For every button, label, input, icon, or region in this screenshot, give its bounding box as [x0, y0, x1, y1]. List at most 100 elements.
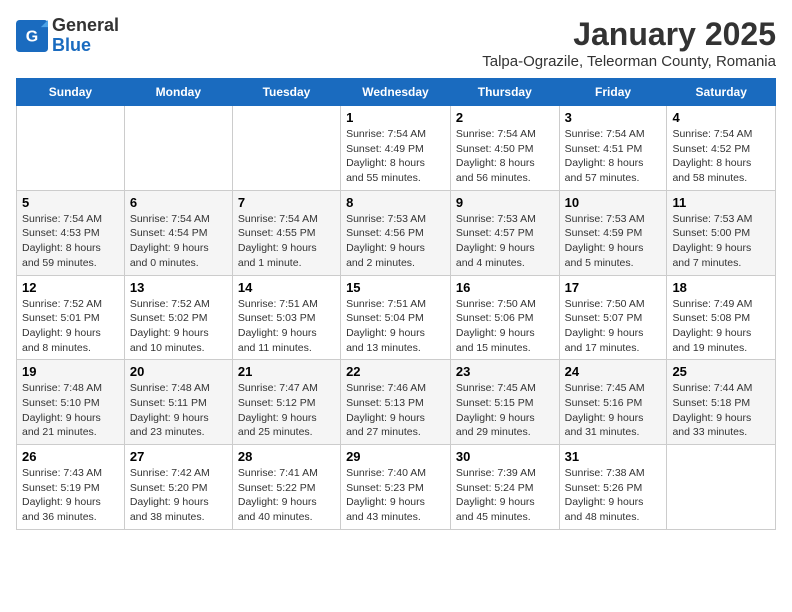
day-info: Sunrise: 7:50 AM Sunset: 5:06 PM Dayligh… — [456, 297, 554, 356]
day-info: Sunrise: 7:42 AM Sunset: 5:20 PM Dayligh… — [130, 466, 227, 525]
calendar-day: 19 Sunrise: 7:48 AM Sunset: 5:10 PM Dayli… — [17, 360, 125, 445]
day-info: Sunrise: 7:52 AM Sunset: 5:01 PM Dayligh… — [22, 297, 119, 356]
day-number: 27 — [130, 449, 227, 464]
calendar-day: 7 Sunrise: 7:54 AM Sunset: 4:55 PM Daylig… — [232, 190, 340, 275]
calendar-week-row: 26 Sunrise: 7:43 AM Sunset: 5:19 PM Dayli… — [17, 445, 776, 530]
day-number: 9 — [456, 195, 554, 210]
calendar-day: 28Sunrise: 7:41 AM Sunset: 5:22 PM Dayli… — [232, 445, 340, 530]
calendar-day: 23 Sunrise: 7:45 AM Sunset: 5:15 PM Dayli… — [450, 360, 559, 445]
day-info: Sunrise: 7:43 AM Sunset: 5:19 PM Dayligh… — [22, 466, 119, 525]
page-header: G General Blue January 2025 Talpa-Ograzi… — [16, 16, 776, 70]
calendar-header: SundayMondayTuesdayWednesdayThursdayFrid… — [17, 79, 776, 106]
day-number: 31 — [565, 449, 662, 464]
day-number: 8 — [346, 195, 445, 210]
logo-general-text: General — [52, 15, 119, 35]
day-number: 2 — [456, 110, 554, 125]
calendar-day: 6 Sunrise: 7:54 AM Sunset: 4:54 PM Daylig… — [124, 190, 232, 275]
day-info: Sunrise: 7:48 AM Sunset: 5:10 PM Dayligh… — [22, 381, 119, 440]
calendar-day — [124, 106, 232, 191]
day-number: 10 — [565, 195, 662, 210]
day-info: Sunrise: 7:54 AM Sunset: 4:52 PM Dayligh… — [672, 127, 770, 186]
calendar-week-row: 12Sunrise: 7:52 AM Sunset: 5:01 PM Dayli… — [17, 275, 776, 360]
day-info: Sunrise: 7:53 AM Sunset: 4:59 PM Dayligh… — [565, 212, 662, 271]
day-info: Sunrise: 7:50 AM Sunset: 5:07 PM Dayligh… — [565, 297, 662, 356]
calendar-day — [232, 106, 340, 191]
day-header-monday: Monday — [124, 79, 232, 106]
day-number: 16 — [456, 280, 554, 295]
day-info: Sunrise: 7:54 AM Sunset: 4:49 PM Dayligh… — [346, 127, 445, 186]
calendar-day: 4 Sunrise: 7:54 AM Sunset: 4:52 PM Daylig… — [667, 106, 776, 191]
day-number: 23 — [456, 364, 554, 379]
day-header-sunday: Sunday — [17, 79, 125, 106]
calendar-day: 25Sunrise: 7:44 AM Sunset: 5:18 PM Dayli… — [667, 360, 776, 445]
day-info: Sunrise: 7:39 AM Sunset: 5:24 PM Dayligh… — [456, 466, 554, 525]
calendar-day: 17Sunrise: 7:50 AM Sunset: 5:07 PM Dayli… — [559, 275, 667, 360]
day-number: 1 — [346, 110, 445, 125]
day-info: Sunrise: 7:41 AM Sunset: 5:22 PM Dayligh… — [238, 466, 335, 525]
location-subtitle: Talpa-Ograzile, Teleorman County, Romani… — [482, 53, 776, 70]
month-title: January 2025 — [482, 16, 776, 53]
day-info: Sunrise: 7:47 AM Sunset: 5:12 PM Dayligh… — [238, 381, 335, 440]
day-number: 20 — [130, 364, 227, 379]
day-info: Sunrise: 7:54 AM Sunset: 4:53 PM Dayligh… — [22, 212, 119, 271]
day-header-thursday: Thursday — [450, 79, 559, 106]
calendar-day: 29Sunrise: 7:40 AM Sunset: 5:23 PM Dayli… — [341, 445, 451, 530]
calendar-body: 1 Sunrise: 7:54 AM Sunset: 4:49 PM Daylig… — [17, 106, 776, 530]
day-info: Sunrise: 7:54 AM Sunset: 4:54 PM Dayligh… — [130, 212, 227, 271]
day-number: 19 — [22, 364, 119, 379]
calendar-day: 2 Sunrise: 7:54 AM Sunset: 4:50 PM Daylig… — [450, 106, 559, 191]
day-number: 13 — [130, 280, 227, 295]
day-number: 22 — [346, 364, 445, 379]
calendar-table: SundayMondayTuesdayWednesdayThursdayFrid… — [16, 78, 776, 530]
logo: G General Blue — [16, 16, 119, 56]
calendar-day: 18 Sunrise: 7:49 AM Sunset: 5:08 PM Dayli… — [667, 275, 776, 360]
calendar-day: 8Sunrise: 7:53 AM Sunset: 4:56 PM Daylig… — [341, 190, 451, 275]
day-number: 15 — [346, 280, 445, 295]
day-info: Sunrise: 7:44 AM Sunset: 5:18 PM Dayligh… — [672, 381, 770, 440]
day-info: Sunrise: 7:48 AM Sunset: 5:11 PM Dayligh… — [130, 381, 227, 440]
day-info: Sunrise: 7:49 AM Sunset: 5:08 PM Dayligh… — [672, 297, 770, 356]
day-number: 5 — [22, 195, 119, 210]
day-header-wednesday: Wednesday — [341, 79, 451, 106]
calendar-day: 1 Sunrise: 7:54 AM Sunset: 4:49 PM Daylig… — [341, 106, 451, 191]
calendar-day: 24 Sunrise: 7:45 AM Sunset: 5:16 PM Dayli… — [559, 360, 667, 445]
day-info: Sunrise: 7:38 AM Sunset: 5:26 PM Dayligh… — [565, 466, 662, 525]
logo-icon: G — [16, 20, 48, 52]
day-info: Sunrise: 7:54 AM Sunset: 4:50 PM Dayligh… — [456, 127, 554, 186]
calendar-day: 22Sunrise: 7:46 AM Sunset: 5:13 PM Dayli… — [341, 360, 451, 445]
calendar-day: 20 Sunrise: 7:48 AM Sunset: 5:11 PM Dayli… — [124, 360, 232, 445]
day-number: 14 — [238, 280, 335, 295]
calendar-day: 27 Sunrise: 7:42 AM Sunset: 5:20 PM Dayli… — [124, 445, 232, 530]
day-number: 7 — [238, 195, 335, 210]
title-block: January 2025 Talpa-Ograzile, Teleorman C… — [482, 16, 776, 70]
calendar-day: 21Sunrise: 7:47 AM Sunset: 5:12 PM Dayli… — [232, 360, 340, 445]
calendar-day: 12Sunrise: 7:52 AM Sunset: 5:01 PM Dayli… — [17, 275, 125, 360]
calendar-day: 10 Sunrise: 7:53 AM Sunset: 4:59 PM Dayli… — [559, 190, 667, 275]
day-number: 24 — [565, 364, 662, 379]
day-info: Sunrise: 7:53 AM Sunset: 5:00 PM Dayligh… — [672, 212, 770, 271]
calendar-day: 9Sunrise: 7:53 AM Sunset: 4:57 PM Daylig… — [450, 190, 559, 275]
calendar-day: 31 Sunrise: 7:38 AM Sunset: 5:26 PM Dayli… — [559, 445, 667, 530]
calendar-day: 14 Sunrise: 7:51 AM Sunset: 5:03 PM Dayli… — [232, 275, 340, 360]
day-number: 3 — [565, 110, 662, 125]
calendar-day — [667, 445, 776, 530]
calendar-day: 30Sunrise: 7:39 AM Sunset: 5:24 PM Dayli… — [450, 445, 559, 530]
day-info: Sunrise: 7:52 AM Sunset: 5:02 PM Dayligh… — [130, 297, 227, 356]
calendar-week-row: 19 Sunrise: 7:48 AM Sunset: 5:10 PM Dayli… — [17, 360, 776, 445]
logo-blue-text: Blue — [52, 35, 91, 55]
day-number: 26 — [22, 449, 119, 464]
day-header-saturday: Saturday — [667, 79, 776, 106]
day-info: Sunrise: 7:45 AM Sunset: 5:16 PM Dayligh… — [565, 381, 662, 440]
day-number: 4 — [672, 110, 770, 125]
calendar-day: 11 Sunrise: 7:53 AM Sunset: 5:00 PM Dayli… — [667, 190, 776, 275]
day-number: 11 — [672, 195, 770, 210]
day-header-friday: Friday — [559, 79, 667, 106]
svg-text:G: G — [26, 28, 38, 45]
day-number: 6 — [130, 195, 227, 210]
calendar-day: 15 Sunrise: 7:51 AM Sunset: 5:04 PM Dayli… — [341, 275, 451, 360]
day-number: 18 — [672, 280, 770, 295]
day-info: Sunrise: 7:54 AM Sunset: 4:55 PM Dayligh… — [238, 212, 335, 271]
day-info: Sunrise: 7:51 AM Sunset: 5:03 PM Dayligh… — [238, 297, 335, 356]
day-info: Sunrise: 7:45 AM Sunset: 5:15 PM Dayligh… — [456, 381, 554, 440]
day-info: Sunrise: 7:51 AM Sunset: 5:04 PM Dayligh… — [346, 297, 445, 356]
